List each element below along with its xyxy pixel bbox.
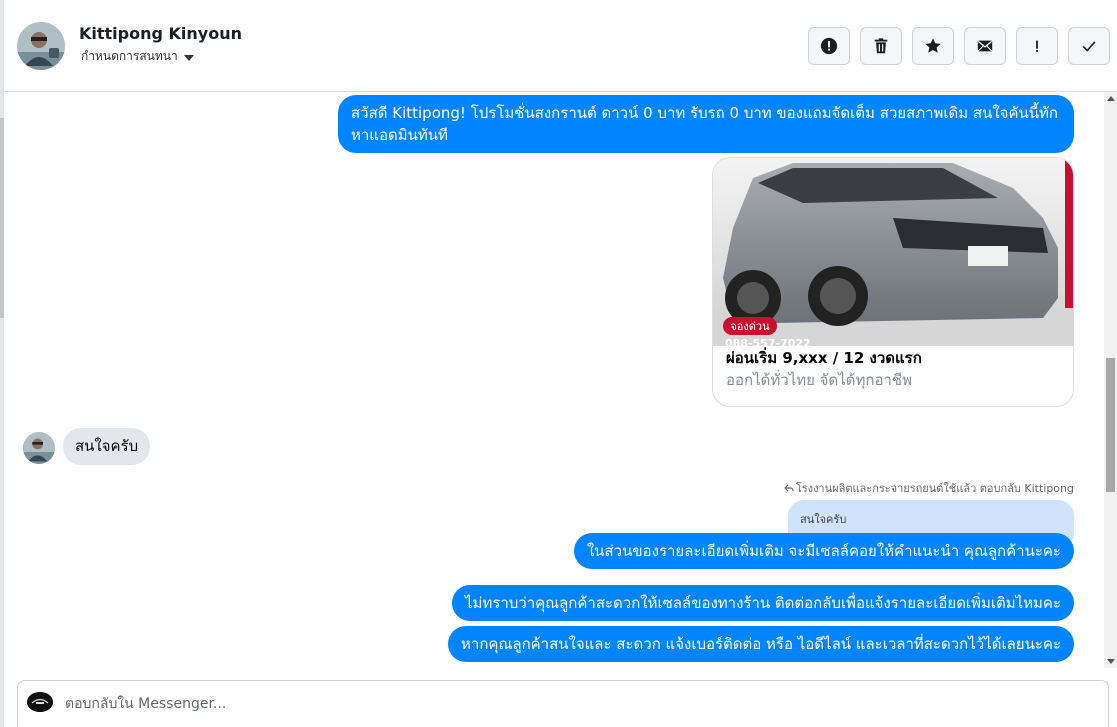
page-avatar xyxy=(27,692,53,712)
outgoing-message: หากคุณลูกค้าสนใจและ สะดวก แจ้งเบอร์ติดต่… xyxy=(448,626,1074,662)
scroll-down-icon[interactable] xyxy=(1107,659,1115,664)
contact-avatar[interactable] xyxy=(17,22,65,70)
conversation-header: Kittipong Kinyoun กำหนดการสนทนา xyxy=(4,0,1117,92)
mark-spam-button[interactable] xyxy=(808,27,850,65)
mail-icon xyxy=(977,40,993,52)
mark-done-button[interactable] xyxy=(1068,27,1110,65)
reply-input[interactable] xyxy=(65,693,1085,715)
contact-message-avatar xyxy=(23,432,55,464)
delete-button[interactable] xyxy=(860,27,902,65)
product-card[interactable]: จองด่วน 088-557-7022 ผ่อนเริ่ม 9,xxx / 1… xyxy=(712,157,1074,407)
caret-down-icon xyxy=(183,54,194,61)
product-image: จองด่วน 088-557-7022 xyxy=(713,158,1073,346)
trash-icon xyxy=(874,38,888,54)
mark-unread-button[interactable] xyxy=(964,27,1006,65)
star-button[interactable] xyxy=(912,27,954,65)
incoming-message: สนใจครับ xyxy=(63,428,151,465)
star-icon xyxy=(925,38,941,53)
reply-metadata-text: โรงงานผลิตและกระจายรถยนต์ใช้แล้ว ตอบกลับ… xyxy=(795,482,1074,495)
image-phone-text: 088-557-7022 xyxy=(725,337,811,346)
image-badge-text: จองด่วน xyxy=(730,320,770,333)
thread-scrollbar[interactable] xyxy=(1104,92,1117,668)
outgoing-message: สวัสดี Kittipong! โปรโมชั่นสงกรานต์ ดาวน… xyxy=(338,95,1074,153)
card-title: ผ่อนเริ่ม 9,xxx / 12 งวดแรก xyxy=(726,349,922,367)
reply-composer xyxy=(17,680,1109,727)
scroll-up-icon[interactable] xyxy=(1107,96,1115,101)
contact-name[interactable]: Kittipong Kinyoun xyxy=(79,24,242,43)
conversation-toolbar xyxy=(808,27,1110,65)
exclamation-icon xyxy=(1036,40,1038,52)
message-thread[interactable]: สวัสดี Kittipong! โปรโมชั่นสงกรานต์ ดาวน… xyxy=(4,92,1104,668)
check-icon xyxy=(1082,41,1096,52)
outgoing-message: ไม่ทราบว่าคุณลูกค้าสะดวกให้เซลล์ของทางร้… xyxy=(451,585,1074,621)
assign-label: กำหนดการสนทนา xyxy=(81,49,178,63)
alert-circle-icon xyxy=(820,37,838,55)
card-subtitle: ออกได้ทั่วไทย จัดได้ทุกอาชีพ xyxy=(726,371,912,389)
outgoing-message: ในส่วนของรายละเอียดเพิ่มเติม จะมีเซลล์คอ… xyxy=(573,533,1074,569)
reply-arrow-icon xyxy=(784,484,794,492)
priority-button[interactable] xyxy=(1016,27,1058,65)
assign-conversation-dropdown[interactable]: กำหนดการสนทนา xyxy=(81,47,194,66)
scroll-thumb[interactable] xyxy=(1106,358,1115,492)
reply-metadata: โรงงานผลิตและกระจายรถยนต์ใช้แล้ว ตอบกลับ… xyxy=(784,479,1074,497)
